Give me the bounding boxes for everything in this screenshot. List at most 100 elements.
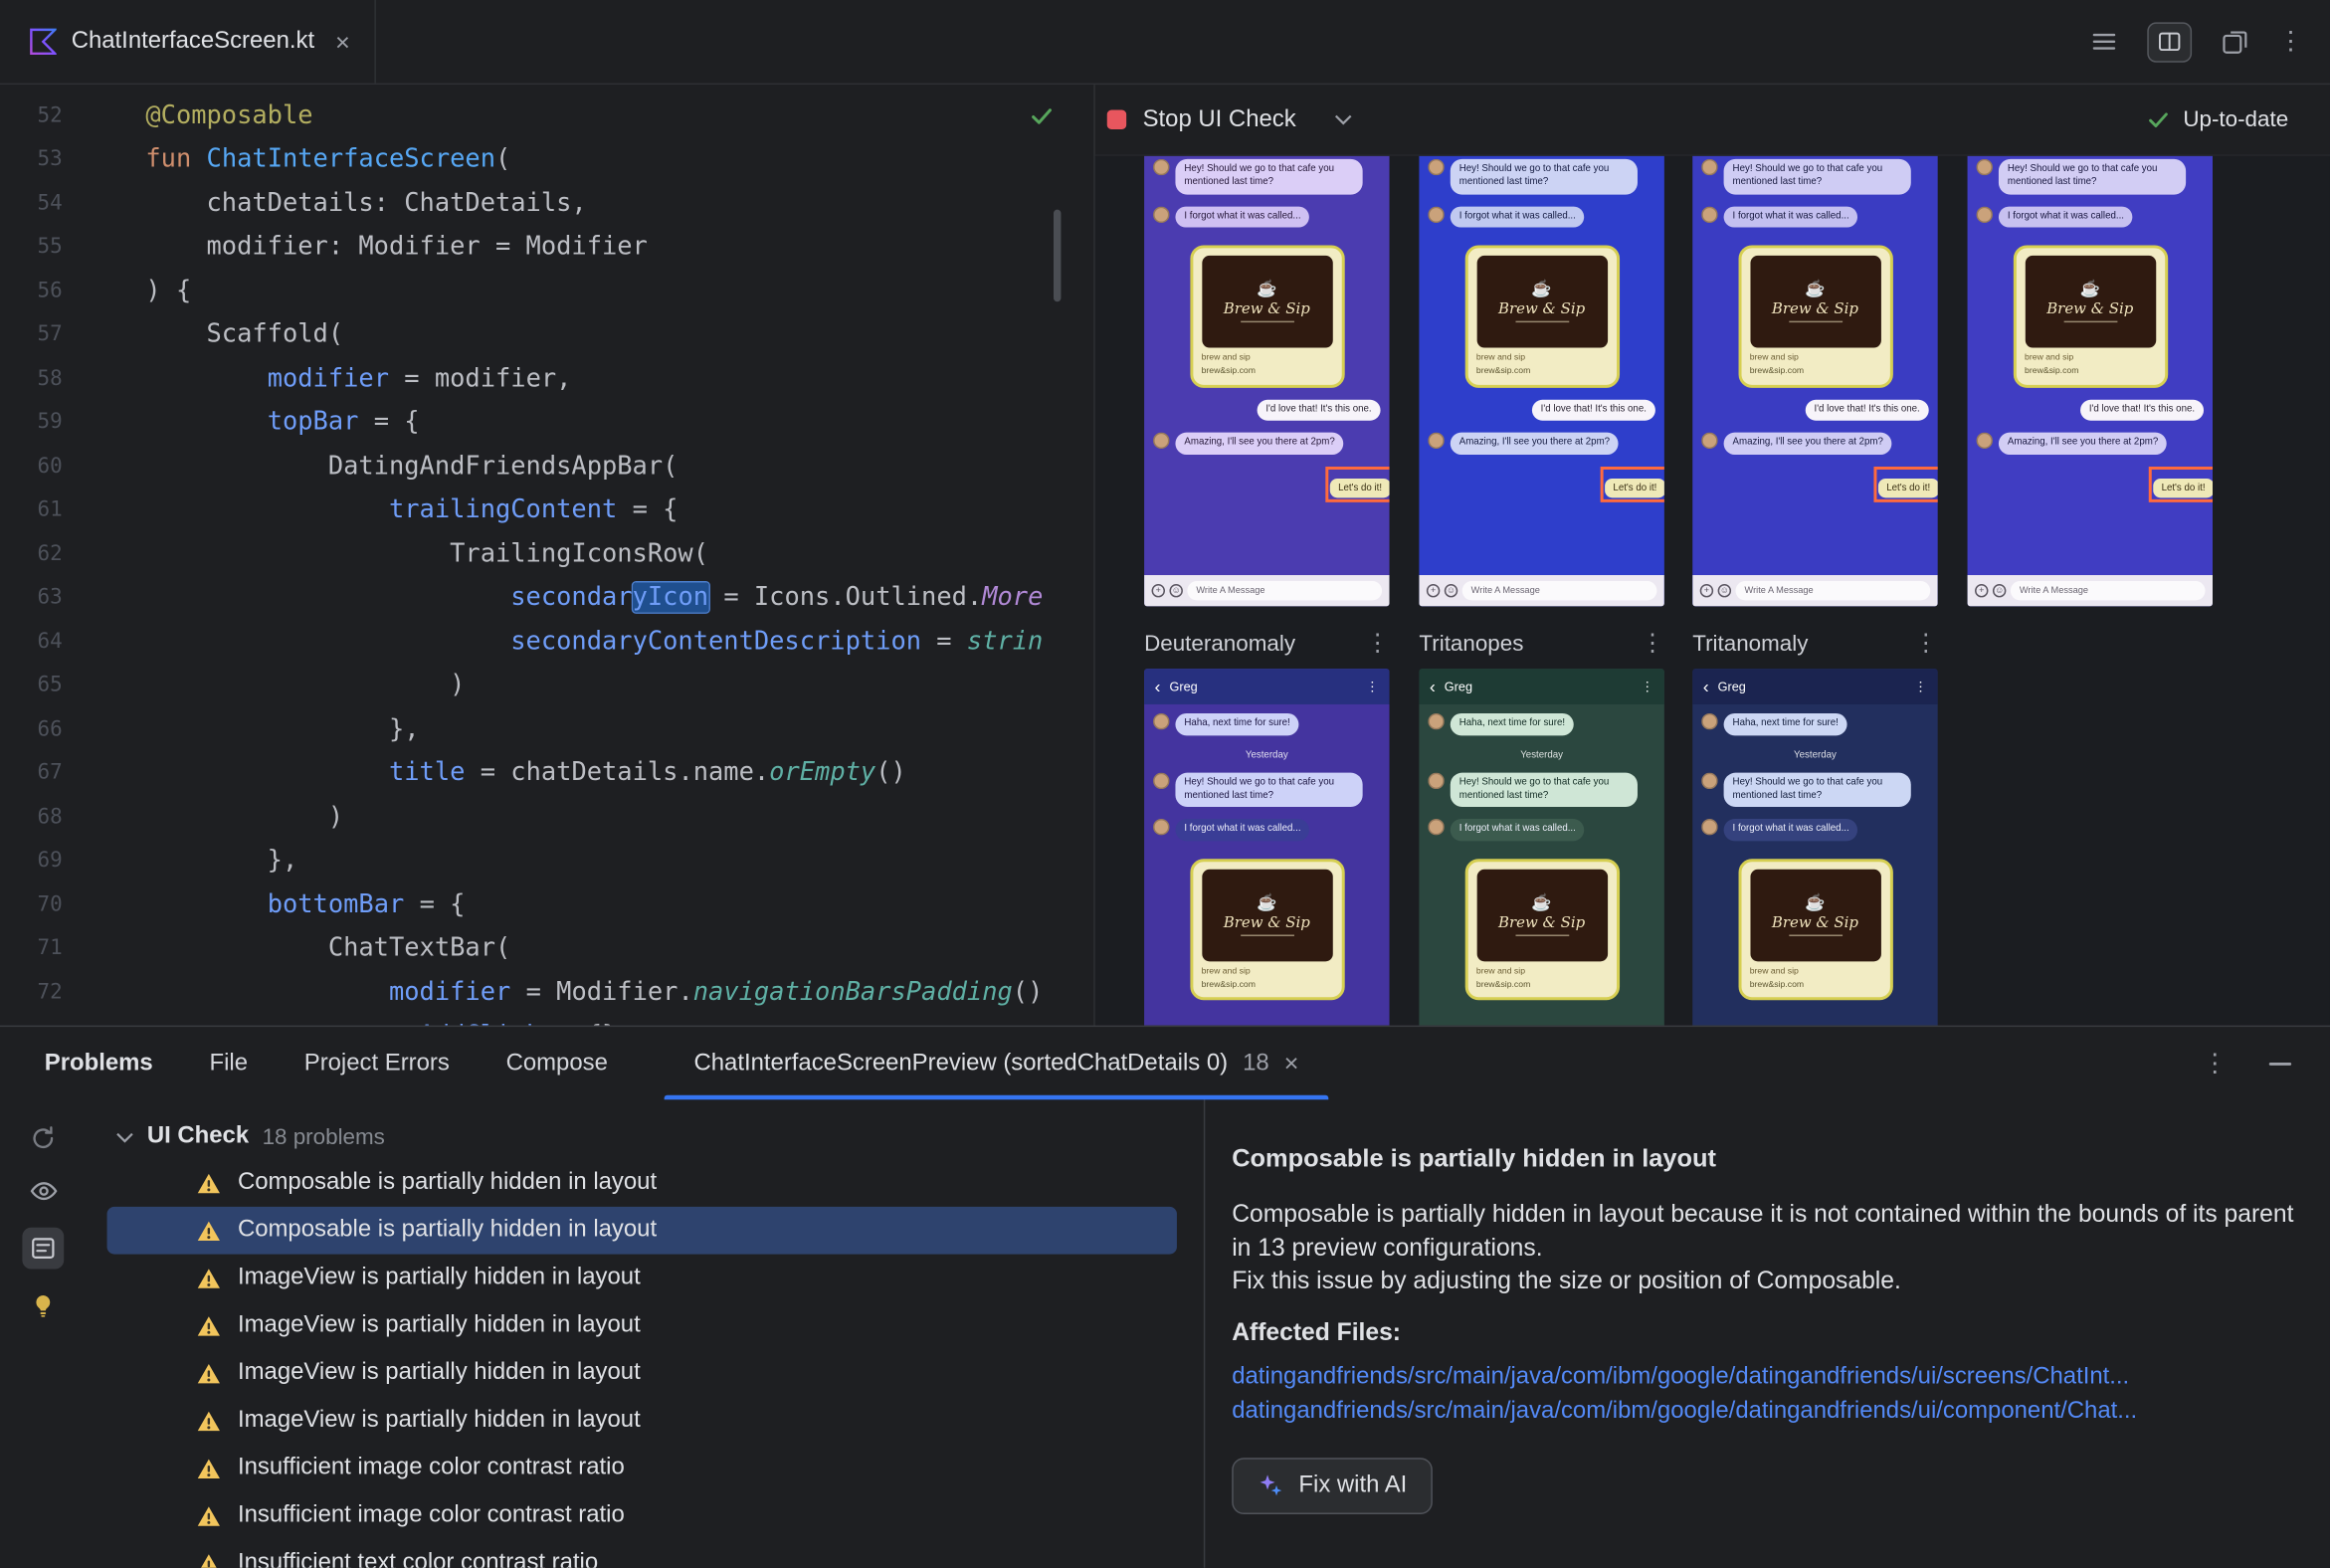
- code-editor[interactable]: 52 @Composable 53 fun ChatInterfaceScreen(5…: [0, 85, 1094, 1026]
- problems-group-header[interactable]: UI Check 18 problems: [87, 1114, 1204, 1159]
- emoji-icon[interactable]: ☺: [1169, 583, 1183, 598]
- split-editor-icon[interactable]: [2147, 21, 2193, 62]
- brew-sip-card[interactable]: ☕ Brew & Sip brew and sip brew&sip.com: [1189, 859, 1344, 1001]
- code-line[interactable]: 63 secondaryIcon = Icons.Outlined.More: [0, 576, 1093, 620]
- code-line[interactable]: 67 title = chatDetails.name.orEmpty(): [0, 751, 1093, 795]
- problem-item[interactable]: Insufficient text color contrast ratio: [107, 1539, 1177, 1568]
- brew-sip-card[interactable]: ☕ Brew & Sip brew and sip brew&sip.com: [1189, 245, 1344, 388]
- problem-item[interactable]: Composable is partially hidden in layout: [106, 1206, 1177, 1255]
- brew-sip-card[interactable]: ☕ Brew & Sip brew and sip brew&sip.com: [2013, 245, 2168, 388]
- code-line[interactable]: 71 ChatTextBar(: [0, 926, 1093, 970]
- inspections-passed-icon[interactable]: [1029, 102, 1056, 129]
- add-icon[interactable]: +: [1151, 583, 1165, 598]
- fix-with-ai-button[interactable]: Fix with AI: [1232, 1457, 1433, 1514]
- structure-icon[interactable]: [2091, 28, 2118, 55]
- preview-menu-icon[interactable]: ⋮: [1914, 629, 1938, 659]
- code-line[interactable]: 66 },: [0, 707, 1093, 751]
- code-line[interactable]: 68 ): [0, 795, 1093, 839]
- affected-file-link[interactable]: datingandfriends/src/main/java/com/ibm/g…: [1232, 1359, 2300, 1393]
- add-icon[interactable]: +: [1975, 583, 1989, 598]
- stop-ui-check-button[interactable]: Stop UI Check: [1143, 106, 1296, 133]
- tab-preview-problems[interactable]: ChatInterfaceScreenPreview (sortedChatDe…: [664, 1027, 1329, 1100]
- menu-icon[interactable]: ⋮: [1914, 679, 1927, 694]
- tab-project-errors[interactable]: Project Errors: [304, 1050, 450, 1077]
- card-link[interactable]: brew&sip.com: [1750, 979, 1880, 992]
- affected-file-link[interactable]: datingandfriends/src/main/java/com/ibm/g…: [1232, 1393, 2300, 1427]
- code-line[interactable]: 61 trailingContent = {: [0, 489, 1093, 532]
- code-line[interactable]: 54 chatDetails: ChatDetails,: [0, 181, 1093, 225]
- brew-sip-card[interactable]: ☕ Brew & Sip brew and sip brew&sip.com: [1737, 859, 1893, 1001]
- menu-icon[interactable]: ⋮: [1366, 679, 1379, 694]
- layout-preview-icon[interactable]: [2222, 28, 2248, 55]
- problem-item[interactable]: Insufficient image color contrast ratio: [107, 1492, 1177, 1540]
- more-options-icon[interactable]: ⋮: [2278, 27, 2303, 57]
- tab-file[interactable]: File: [209, 1050, 248, 1077]
- code-line[interactable]: 65 ): [0, 664, 1093, 707]
- back-icon[interactable]: ‹: [1703, 678, 1709, 695]
- emoji-icon[interactable]: ☺: [1717, 583, 1732, 598]
- more-options-icon[interactable]: ⋮: [2203, 1049, 2228, 1078]
- code-line[interactable]: 64 secondaryContentDescription = strin: [0, 620, 1093, 664]
- preview-phone[interactable]: Hey! Should we go to that cafe you menti…: [1967, 155, 2214, 607]
- minimize-icon[interactable]: [2268, 1062, 2292, 1066]
- lightbulb-icon[interactable]: [28, 1291, 58, 1321]
- code-line[interactable]: 70 bottomBar = {: [0, 882, 1093, 926]
- problem-item[interactable]: ImageView is partially hidden in layout: [107, 1349, 1177, 1397]
- problem-item[interactable]: Composable is partially hidden in layout: [107, 1159, 1177, 1207]
- preview-phone[interactable]: Hey! Should we go to that cafe you menti…: [1692, 155, 1938, 607]
- preview-eye-icon[interactable]: [28, 1175, 58, 1205]
- problems-view-icon[interactable]: [22, 1227, 65, 1270]
- back-icon[interactable]: ‹: [1155, 678, 1161, 695]
- message-input[interactable]: Write A Message: [2010, 581, 2206, 601]
- menu-icon[interactable]: ⋮: [1641, 679, 1653, 694]
- chevron-down-icon[interactable]: [1335, 114, 1353, 125]
- tab-problems[interactable]: Problems: [45, 1050, 153, 1077]
- refresh-icon[interactable]: [28, 1123, 58, 1153]
- message-input[interactable]: Write A Message: [1461, 581, 1657, 601]
- brew-sip-card[interactable]: ☕ Brew & Sip brew and sip brew&sip.com: [1737, 245, 1893, 388]
- brew-sip-card[interactable]: ☕ Brew & Sip brew and sip brew&sip.com: [1463, 859, 1620, 1001]
- problem-item[interactable]: ImageView is partially hidden in layout: [107, 1397, 1177, 1445]
- back-icon[interactable]: ‹: [1430, 678, 1436, 695]
- editor-tab[interactable]: ChatInterfaceScreen.kt ×: [0, 0, 376, 84]
- problem-item[interactable]: ImageView is partially hidden in layout: [107, 1255, 1177, 1302]
- preview-phone[interactable]: ‹ Greg ⋮ Haha, next time for sure! Yesterday…: [1692, 669, 1938, 1026]
- code-line[interactable]: 58 modifier = modifier,: [0, 356, 1093, 400]
- emoji-icon[interactable]: ☺: [1992, 583, 2007, 598]
- problem-item[interactable]: Insufficient image color contrast ratio: [107, 1445, 1177, 1492]
- card-link[interactable]: brew&sip.com: [1476, 979, 1607, 992]
- code-line[interactable]: 53 fun ChatInterfaceScreen(: [0, 137, 1093, 181]
- preview-phone[interactable]: Hey! Should we go to that cafe you menti…: [1144, 155, 1390, 607]
- preview-phone[interactable]: ‹ Greg ⋮ Haha, next time for sure! Yesterday…: [1144, 669, 1390, 1026]
- code-line[interactable]: 62 TrailingIconsRow(: [0, 532, 1093, 576]
- preview-phone[interactable]: ‹ Greg ⋮ Haha, next time for sure! Yesterday…: [1419, 669, 1664, 1026]
- preview-menu-icon[interactable]: ⋮: [1641, 629, 1664, 659]
- preview-canvas[interactable]: Hey! Should we go to that cafe you menti…: [1094, 155, 2330, 1026]
- card-link[interactable]: brew&sip.com: [1202, 365, 1332, 378]
- card-link[interactable]: brew&sip.com: [1476, 365, 1607, 378]
- add-icon[interactable]: +: [1699, 583, 1714, 598]
- close-tab-icon[interactable]: ×: [1284, 1049, 1299, 1078]
- preview-phone[interactable]: Hey! Should we go to that cafe you menti…: [1419, 155, 1664, 607]
- close-tab-icon[interactable]: ×: [335, 29, 350, 54]
- message-input[interactable]: Write A Message: [1187, 581, 1383, 601]
- card-link[interactable]: brew&sip.com: [1202, 979, 1332, 992]
- code-line[interactable]: 69 },: [0, 839, 1093, 882]
- code-line[interactable]: 72 modifier = Modifier.navigationBarsPad…: [0, 970, 1093, 1014]
- code-line[interactable]: 52 @Composable: [0, 94, 1093, 137]
- code-line[interactable]: 60 DatingAndFriendsAppBar(: [0, 445, 1093, 489]
- add-icon[interactable]: +: [1426, 583, 1441, 598]
- problem-item[interactable]: ImageView is partially hidden in layout: [107, 1301, 1177, 1349]
- card-link[interactable]: brew&sip.com: [1750, 365, 1880, 378]
- code-line[interactable]: 57 Scaffold(: [0, 312, 1093, 356]
- preview-menu-icon[interactable]: ⋮: [1366, 629, 1390, 659]
- code-line[interactable]: 56) {: [0, 269, 1093, 312]
- message-input[interactable]: Write A Message: [1735, 581, 1931, 601]
- tab-compose[interactable]: Compose: [506, 1050, 608, 1077]
- editor-scrollbar[interactable]: [1053, 209, 1062, 302]
- brew-sip-card[interactable]: ☕ Brew & Sip brew and sip brew&sip.com: [1463, 245, 1620, 388]
- card-link[interactable]: brew&sip.com: [2025, 365, 2155, 378]
- code-line[interactable]: 55 modifier: Modifier = Modifier: [0, 225, 1093, 269]
- code-line[interactable]: 59 topBar = {: [0, 401, 1093, 445]
- emoji-icon[interactable]: ☺: [1444, 583, 1458, 598]
